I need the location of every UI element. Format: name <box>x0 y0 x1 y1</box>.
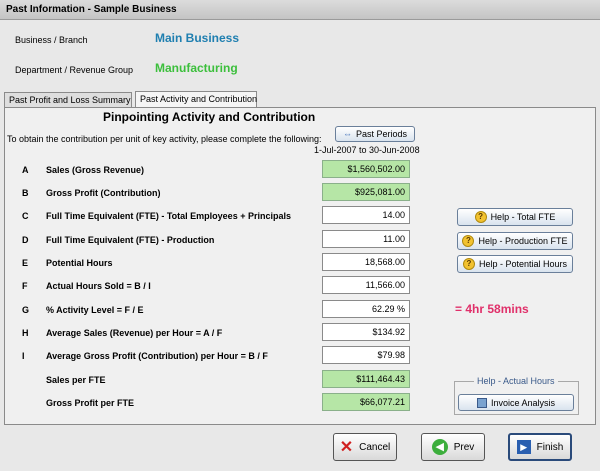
help-potential-hours-label: Help - Potential Hours <box>478 259 568 269</box>
tab-label: Past Profit and Loss Summary <box>9 95 131 105</box>
tab-past-activity[interactable]: Past Activity and Contribution <box>135 91 257 108</box>
double-arrow-icon: ⇔ <box>342 129 352 139</box>
row-label-sales-per-fte: Sales per FTE <box>46 375 106 385</box>
row-label-avg-sales-hour: Average Sales (Revenue) per Hour = A / F <box>46 328 223 338</box>
help-total-fte-button[interactable]: ? Help - Total FTE <box>457 208 573 226</box>
invoice-analysis-label: Invoice Analysis <box>490 397 556 408</box>
cancel-button[interactable]: ✕ Cancel <box>333 433 397 461</box>
finish-button[interactable]: ▶ Finish <box>508 433 572 461</box>
business-value: Main Business <box>155 31 240 45</box>
intro-text: To obtain the contribution per unit of k… <box>7 134 322 144</box>
department-label: Department / Revenue Group <box>15 65 134 75</box>
business-label: Business / Branch <box>15 35 88 45</box>
row-label-gp-per-fte: Gross Profit per FTE <box>46 398 135 408</box>
row-letter-b: B <box>22 188 29 198</box>
question-icon: ? <box>462 235 475 247</box>
department-value: Manufacturing <box>155 61 238 75</box>
avg-sales-hour-field: $134.92 <box>322 323 410 341</box>
sales-per-fte-value: $111,464.43 <box>322 370 410 388</box>
header: Business / Branch Main Business Departme… <box>0 20 600 92</box>
actual-hours-help-label: Help - Actual Hours <box>474 376 558 386</box>
row-label-actual-hours: Actual Hours Sold = B / I <box>46 281 151 291</box>
production-fte-input[interactable]: 11.00 <box>322 230 410 248</box>
row-label-avg-gp-hour: Average Gross Profit (Contribution) per … <box>46 351 268 361</box>
period-range: 1-Jul-2007 to 30-Jun-2008 <box>314 145 420 155</box>
tab-label: Past Activity and Contribution <box>140 94 258 104</box>
prev-label: Prev <box>453 441 475 453</box>
past-periods-button[interactable]: ⇔ Past Periods <box>335 126 415 142</box>
gross-profit-value: $925,081.00 <box>322 183 410 201</box>
window-title: Past Information - Sample Business <box>0 0 600 20</box>
row-letter-a: A <box>22 165 29 175</box>
invoice-analysis-button[interactable]: Invoice Analysis <box>458 394 574 411</box>
row-label-sales: Sales (Gross Revenue) <box>46 165 145 175</box>
row-label-gross-profit: Gross Profit (Contribution) <box>46 188 161 198</box>
row-letter-h: H <box>22 328 29 338</box>
avg-gp-hour-field: $79.98 <box>322 346 410 364</box>
total-fte-input[interactable]: 14.00 <box>322 206 410 224</box>
finish-icon: ▶ <box>516 440 531 454</box>
sales-value: $1,560,502.00 <box>322 160 410 178</box>
finish-label: Finish <box>536 441 564 453</box>
back-arrow-icon: ◀ <box>431 439 448 455</box>
tab-past-profit-loss[interactable]: Past Profit and Loss Summary <box>4 92 132 107</box>
gp-per-fte-value: $66,077.21 <box>322 393 410 411</box>
prev-button[interactable]: ◀ Prev <box>421 433 485 461</box>
row-letter-g: G <box>22 305 30 315</box>
help-potential-hours-button[interactable]: ? Help - Potential Hours <box>457 255 573 273</box>
help-production-fte-label: Help - Production FTE <box>478 236 568 246</box>
activity-time-note: = 4hr 58mins <box>455 302 529 316</box>
invoice-icon <box>476 397 487 408</box>
help-production-fte-button[interactable]: ? Help - Production FTE <box>457 232 573 250</box>
past-periods-label: Past Periods <box>355 129 408 139</box>
row-label-total-fte: Full Time Equivalent (FTE) - Total Emplo… <box>46 211 291 221</box>
cancel-label: Cancel <box>359 441 391 453</box>
help-total-fte-label: Help - Total FTE <box>490 212 556 222</box>
question-icon: ? <box>462 258 475 270</box>
row-letter-i: I <box>22 351 25 361</box>
row-label-potential-hours: Potential Hours <box>46 258 113 268</box>
potential-hours-input[interactable]: 18,568.00 <box>322 253 410 271</box>
row-letter-f: F <box>22 281 28 291</box>
actual-hours-input[interactable]: 11,566.00 <box>322 276 410 294</box>
panel-title: Pinpointing Activity and Contribution <box>103 110 316 124</box>
row-label-production-fte: Full Time Equivalent (FTE) - Production <box>46 235 215 245</box>
row-letter-c: C <box>22 211 29 221</box>
row-letter-e: E <box>22 258 29 268</box>
close-icon: ✕ <box>339 439 354 456</box>
question-icon: ? <box>474 211 487 223</box>
row-letter-d: D <box>22 235 29 245</box>
activity-level-field: 62.29 % <box>322 300 410 318</box>
row-label-activity-level: % Activity Level = F / E <box>46 305 144 315</box>
